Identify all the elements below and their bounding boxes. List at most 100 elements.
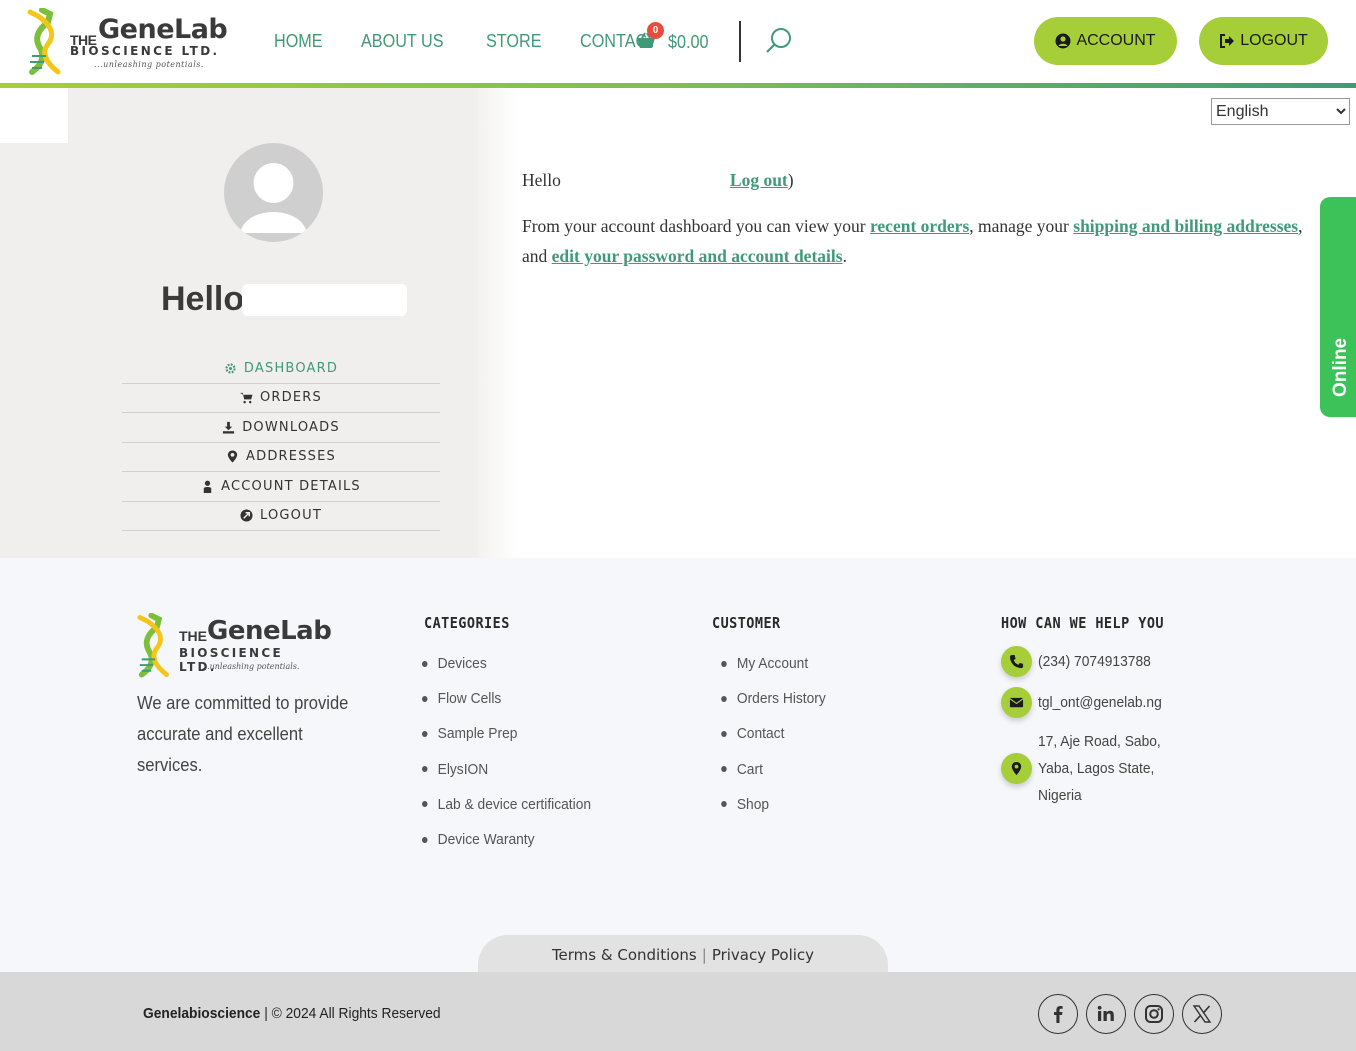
privacy-link[interactable]: Privacy Policy [712,946,814,964]
close-paren: ) [787,170,794,190]
intro-text: . [842,246,847,266]
customer-link-shop[interactable]: Shop [712,787,826,822]
help-phone-row[interactable]: (234) 7074913788 [1001,646,1241,677]
dashboard-content: Hello Log out) From your account dashboar… [522,165,1322,271]
phone-icon-circle [1001,646,1032,677]
instagram-icon [1145,1005,1163,1023]
account-menu-account-details[interactable]: ACCOUNT DETAILS [122,472,440,502]
dna-helix-icon [27,8,61,75]
legal-links-tab: Terms & Conditions | Privacy Policy [478,935,888,972]
menu-label: DASHBOARD [243,360,339,376]
footer-bottom-bar: Genelabioscience | © 2024 All Rights Res… [0,972,1356,1051]
category-link-certification[interactable]: Lab & device certification [422,787,591,822]
linkedin-link[interactable] [1086,994,1126,1034]
logout-button-label: LOGOUT [1240,32,1308,49]
instagram-link[interactable] [1134,994,1174,1034]
customer-link-orders-history[interactable]: Orders History [712,681,826,716]
legal-separator: | [701,946,707,964]
facebook-link[interactable] [1038,994,1078,1034]
account-menu-dashboard[interactable]: DASHBOARD [122,354,440,384]
address-icon-circle [1001,753,1032,784]
customer-link-my-account[interactable]: My Account [712,646,826,681]
default-user-icon [240,163,307,233]
logout-icon [240,509,253,522]
logo-name: GeneLab [98,14,228,45]
gear-icon [225,363,236,374]
map-pin-icon [1011,761,1022,776]
account-sidebar: Hello DASHBOARD ORDERS DOWNLOADS ADDRESS… [68,88,478,558]
site-logo[interactable]: THE GeneLab BIOSCIENCE LTD. ...unleashin… [26,8,228,76]
map-pin-icon [227,450,238,463]
help-email-row[interactable]: tgl_ont@genelab.ng [1001,687,1241,718]
account-menu-orders[interactable]: ORDERS [122,384,440,413]
site-header: THE GeneLab BIOSCIENCE LTD. ...unleashin… [0,0,1356,84]
account-menu-downloads[interactable]: DOWNLOADS [122,413,440,443]
left-shade [0,143,68,558]
help-email: tgl_ont@genelab.ng [1038,694,1162,711]
account-menu-addresses[interactable]: ADDRESSES [122,443,440,472]
nav-store[interactable]: STORE [486,31,542,52]
addresses-link[interactable]: shipping and billing addresses [1073,216,1298,236]
menu-label: ACCOUNT DETAILS [221,478,361,494]
username-redacted [242,284,407,316]
intro-text: , manage your [969,216,1074,236]
categories-title: CATEGORIES [424,614,510,632]
copyright-brand: Genelabioscience [143,1005,261,1022]
logout-link[interactable]: Log out [730,170,788,190]
header-divider [739,21,741,62]
cart-link[interactable]: 0 $0.00 [636,22,726,54]
help-title: HOW CAN WE HELP YOU [1001,614,1164,632]
copyright-text: | © 2024 All Rights Reserved [260,1005,441,1022]
language-select[interactable]: English [1211,98,1350,125]
logo-tagline: ...unleashing potentials. [202,662,300,671]
account-details-link[interactable]: edit your password and account details [552,246,843,266]
footer-categories: CATEGORIES Devices Flow Cells Sample Pre… [424,614,606,857]
terms-link[interactable]: Terms & Conditions [552,946,697,964]
cart-total: $0.00 [668,32,709,52]
category-link-elysion[interactable]: ElysION [422,752,591,787]
account-menu-logout[interactable]: LOGOUT [122,502,440,531]
search-icon[interactable] [765,27,793,55]
x-twitter-icon [1192,1005,1212,1023]
recent-orders-link[interactable]: recent orders [870,216,969,236]
logo-the: THE [179,628,207,644]
online-tab-label: Online [1330,337,1351,397]
dna-helix-icon [137,613,169,678]
sidebar-shadow [478,88,518,558]
logo-subtitle: BIOSCIENCE LTD. [70,44,220,58]
cart-count-badge: 0 [647,22,664,39]
social-links [1038,994,1230,1034]
site-footer: THE GeneLab BIOSCIENCE LTD. ...unleashin… [0,558,1356,972]
sidebar-greeting: Hello [161,280,245,318]
x-twitter-link[interactable] [1182,994,1222,1034]
customer-link-contact[interactable]: Contact [712,716,826,751]
avatar [224,143,323,242]
nav-about-us[interactable]: ABOUT US [361,31,444,52]
online-chat-tab[interactable]: Online [1320,197,1356,417]
category-link-sample-prep[interactable]: Sample Prep [422,716,591,751]
intro-text: From your account dashboard you can view… [522,216,870,236]
menu-label: LOGOUT [260,508,322,524]
linkedin-icon [1097,1005,1114,1021]
customer-link-cart[interactable]: Cart [712,752,826,787]
category-link-flow-cells[interactable]: Flow Cells [422,681,591,716]
category-link-devices[interactable]: Devices [422,646,591,681]
nav-home[interactable]: HOME [274,31,323,52]
logout-button[interactable]: LOGOUT [1199,17,1328,65]
phone-icon [1009,654,1024,669]
legal-links: Terms & Conditions | Privacy Policy [478,946,888,964]
logo-name: GeneLab [207,616,332,646]
hello-text: Hello [522,170,561,190]
footer-logo[interactable]: THE GeneLab BIOSCIENCE LTD. ...unleashin… [136,613,332,679]
account-button[interactable]: ACCOUNT [1034,17,1177,65]
envelope-icon [1009,697,1024,708]
footer-tagline: We are committed to provide accurate and… [137,693,349,775]
user-icon [203,480,212,493]
footer-help: HOW CAN WE HELP YOU (234) 7074913788 tgl… [1001,614,1241,819]
hello-line: Hello Log out) [522,165,1322,195]
user-circle-icon [1055,33,1071,49]
account-button-label: ACCOUNT [1076,32,1156,49]
category-link-warranty[interactable]: Device Waranty [422,822,591,857]
facebook-icon [1054,1006,1063,1023]
copyright: Genelabioscience | © 2024 All Rights Res… [143,1005,441,1022]
